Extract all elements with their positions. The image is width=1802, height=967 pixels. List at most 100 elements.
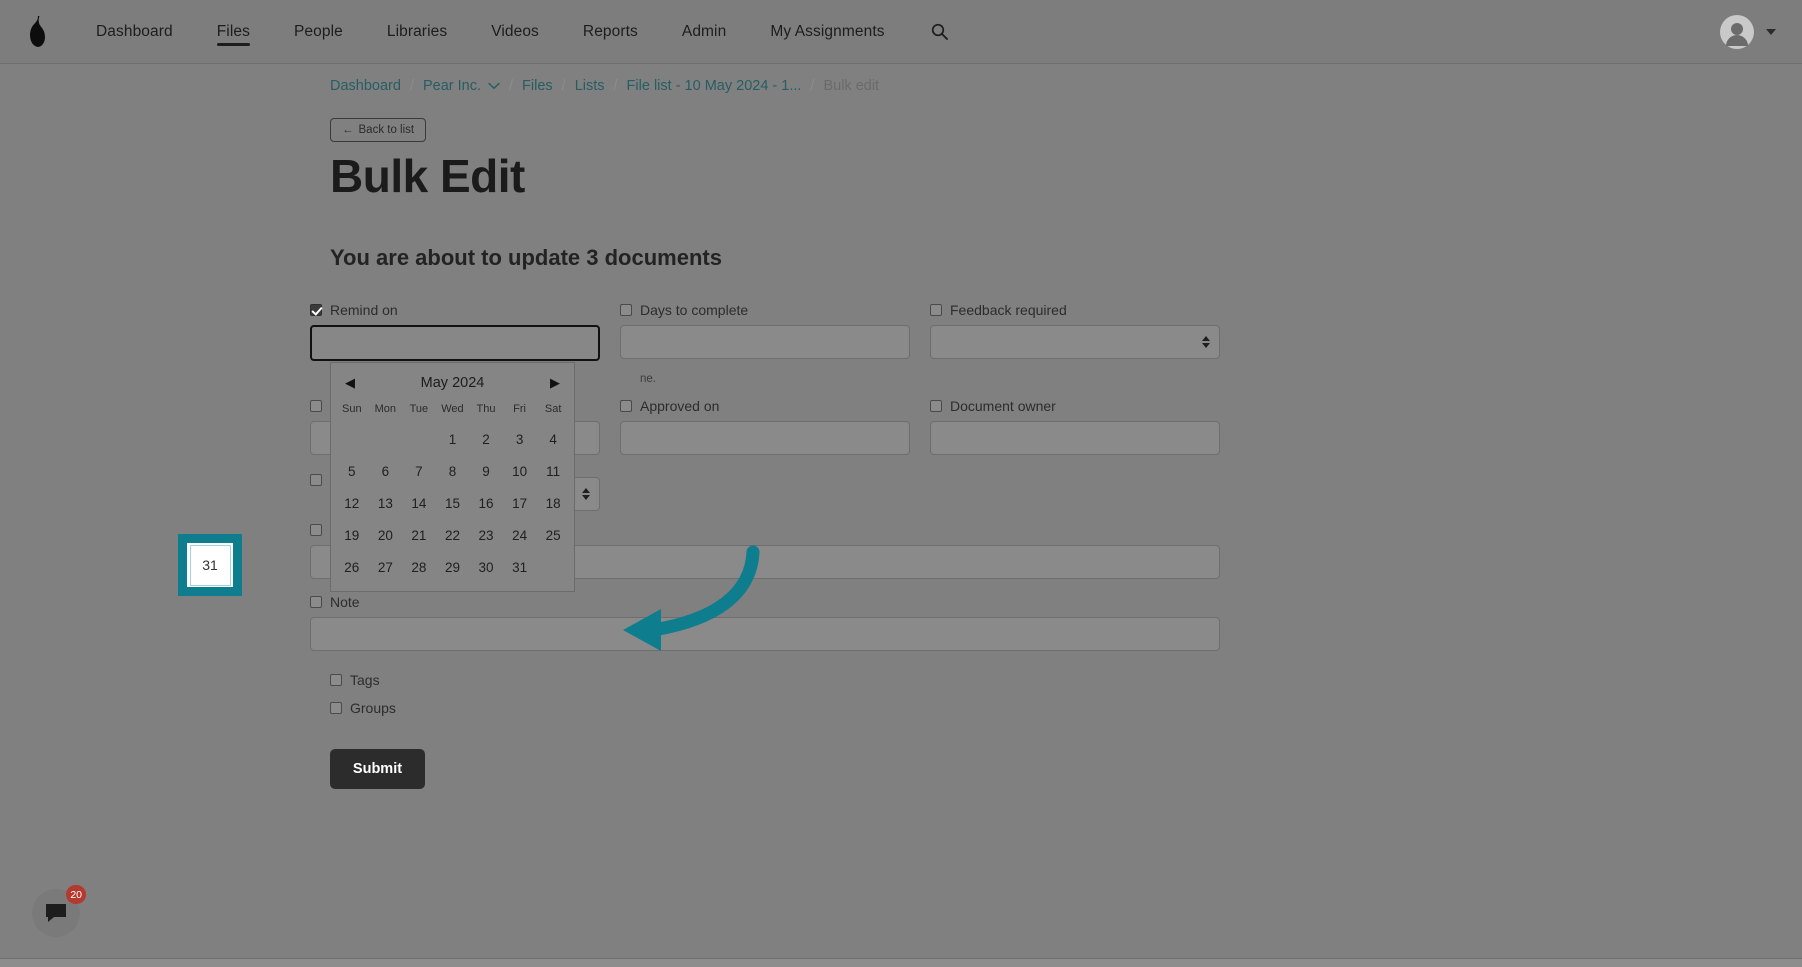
approved-on-label-row: Approved on — [620, 395, 920, 417]
breadcrumb-item-file-list[interactable]: File list - 10 May 2024 - 1... — [627, 78, 802, 94]
day-cell[interactable]: 30 — [469, 551, 503, 583]
day-cell[interactable]: 17 — [503, 487, 537, 519]
day-cell[interactable] — [402, 423, 436, 455]
note-checkbox[interactable] — [310, 596, 322, 608]
remind-on-checkbox[interactable] — [310, 304, 322, 316]
breadcrumb-item-lists[interactable]: Lists — [575, 78, 605, 94]
document-owner-input[interactable] — [930, 421, 1220, 455]
day-cell[interactable]: 21 — [402, 519, 436, 551]
chat-widget-button[interactable]: 20 — [32, 885, 86, 937]
day-cell[interactable]: 28 — [402, 551, 436, 583]
day-cell[interactable]: 6 — [369, 455, 403, 487]
feedback-required-select[interactable] — [930, 325, 1220, 359]
pear-logo-icon[interactable] — [0, 15, 74, 49]
day-cell[interactable]: 13 — [369, 487, 403, 519]
note-input[interactable] — [310, 617, 1220, 651]
field-note: Note — [310, 591, 1240, 651]
breadcrumb-separator: / — [561, 78, 566, 94]
day-cell[interactable] — [369, 423, 403, 455]
nav-item-people[interactable]: People — [272, 0, 365, 64]
note-label: Note — [330, 594, 360, 610]
feedback-required-label: Feedback required — [950, 302, 1067, 318]
datepicker-grid: Sun Mon Tue Wed Thu Fri Sat 1 2 3 4 5 6 … — [335, 397, 570, 583]
nav-item-files[interactable]: Files — [195, 0, 272, 64]
day-cell[interactable]: 20 — [369, 519, 403, 551]
breadcrumb-item-org[interactable]: Pear Inc. — [423, 78, 481, 94]
day-cell[interactable]: 9 — [469, 455, 503, 487]
breadcrumb-item-dashboard[interactable]: Dashboard — [330, 78, 401, 94]
day-cell[interactable]: 15 — [436, 487, 470, 519]
top-navbar: Dashboard Files People Libraries Videos … — [0, 0, 1802, 64]
select-spinner-icon — [1202, 336, 1210, 348]
day-cell[interactable]: 26 — [335, 551, 369, 583]
nav-item-admin[interactable]: Admin — [660, 0, 748, 64]
row4-checkbox[interactable] — [310, 524, 322, 536]
prev-month-icon[interactable]: ◀ — [345, 375, 355, 391]
groups-row: Groups — [330, 697, 1255, 719]
datepicker-week-row: 5 6 7 8 9 10 11 — [335, 455, 570, 487]
day-cell-31[interactable]: 31 — [503, 551, 537, 583]
feedback-required-checkbox[interactable] — [930, 304, 942, 316]
note-label-row: Note — [310, 591, 1230, 613]
day-cell[interactable]: 24 — [503, 519, 537, 551]
submit-button[interactable]: Submit — [330, 749, 425, 789]
chevron-down-icon[interactable] — [488, 78, 500, 94]
tags-row: Tags — [330, 669, 1255, 691]
nav-item-videos[interactable]: Videos — [469, 0, 561, 64]
nav-links: Dashboard Files People Libraries Videos … — [74, 0, 957, 64]
approved-on-checkbox[interactable] — [620, 400, 632, 412]
day-cell[interactable]: 8 — [436, 455, 470, 487]
days-to-complete-input[interactable] — [620, 325, 910, 359]
nav-label: Admin — [681, 22, 727, 40]
form-row-1: Remind on Days to complete Feedback requ… — [310, 299, 1255, 361]
page-root: Dashboard Files People Libraries Videos … — [0, 0, 1802, 967]
nav-label: Files — [216, 22, 250, 40]
day-cell[interactable]: 23 — [469, 519, 503, 551]
day-cell[interactable]: 3 — [503, 423, 537, 455]
days-to-complete-checkbox[interactable] — [620, 304, 632, 316]
day-cell[interactable]: 11 — [536, 455, 570, 487]
day-cell[interactable]: 10 — [503, 455, 537, 487]
back-to-list-button[interactable]: ← Back to list — [330, 118, 427, 142]
day-cell[interactable]: 19 — [335, 519, 369, 551]
day-cell[interactable] — [536, 551, 570, 583]
nav-label: Dashboard — [96, 22, 173, 40]
highlighted-day-value[interactable]: 31 — [189, 544, 231, 586]
day-cell[interactable]: 18 — [536, 487, 570, 519]
day-cell[interactable]: 12 — [335, 487, 369, 519]
row3-checkbox[interactable] — [310, 474, 322, 486]
remind-on-label: Remind on — [330, 302, 398, 318]
day-cell[interactable]: 27 — [369, 551, 403, 583]
search-icon[interactable] — [923, 15, 957, 49]
day-cell[interactable] — [335, 423, 369, 455]
datepicker-header: ◀ May 2024 ▶ — [335, 369, 570, 397]
nav-item-my-assignments[interactable]: My Assignments — [748, 0, 906, 64]
tags-checkbox[interactable] — [330, 674, 342, 686]
day-cell[interactable]: 29 — [436, 551, 470, 583]
review-date-checkbox[interactable] — [310, 400, 322, 412]
day-cell[interactable]: 16 — [469, 487, 503, 519]
day-cell[interactable]: 4 — [536, 423, 570, 455]
account-menu[interactable] — [1720, 14, 1776, 49]
breadcrumb-item-files[interactable]: Files — [522, 78, 553, 94]
datepicker-month-label: May 2024 — [420, 375, 485, 391]
datepicker-week-row: 19 20 21 22 23 24 25 — [335, 519, 570, 551]
next-month-icon[interactable]: ▶ — [550, 375, 560, 391]
nav-item-libraries[interactable]: Libraries — [365, 0, 469, 64]
day-cell[interactable]: 25 — [536, 519, 570, 551]
day-cell[interactable]: 5 — [335, 455, 369, 487]
nav-item-reports[interactable]: Reports — [561, 0, 660, 64]
approved-on-input[interactable] — [620, 421, 910, 455]
form-row-note: Note — [310, 591, 1255, 651]
day-cell[interactable]: 2 — [469, 423, 503, 455]
groups-checkbox[interactable] — [330, 702, 342, 714]
day-cell[interactable]: 1 — [436, 423, 470, 455]
datepicker-week-row: 12 13 14 15 16 17 18 — [335, 487, 570, 519]
day-cell[interactable]: 14 — [402, 487, 436, 519]
day-cell[interactable]: 22 — [436, 519, 470, 551]
day-cell[interactable]: 7 — [402, 455, 436, 487]
document-owner-checkbox[interactable] — [930, 400, 942, 412]
nav-item-dashboard[interactable]: Dashboard — [74, 0, 195, 64]
datepicker-popover: ◀ May 2024 ▶ Sun Mon Tue Wed Thu Fri Sat — [330, 362, 575, 592]
remind-on-input[interactable] — [310, 325, 600, 361]
